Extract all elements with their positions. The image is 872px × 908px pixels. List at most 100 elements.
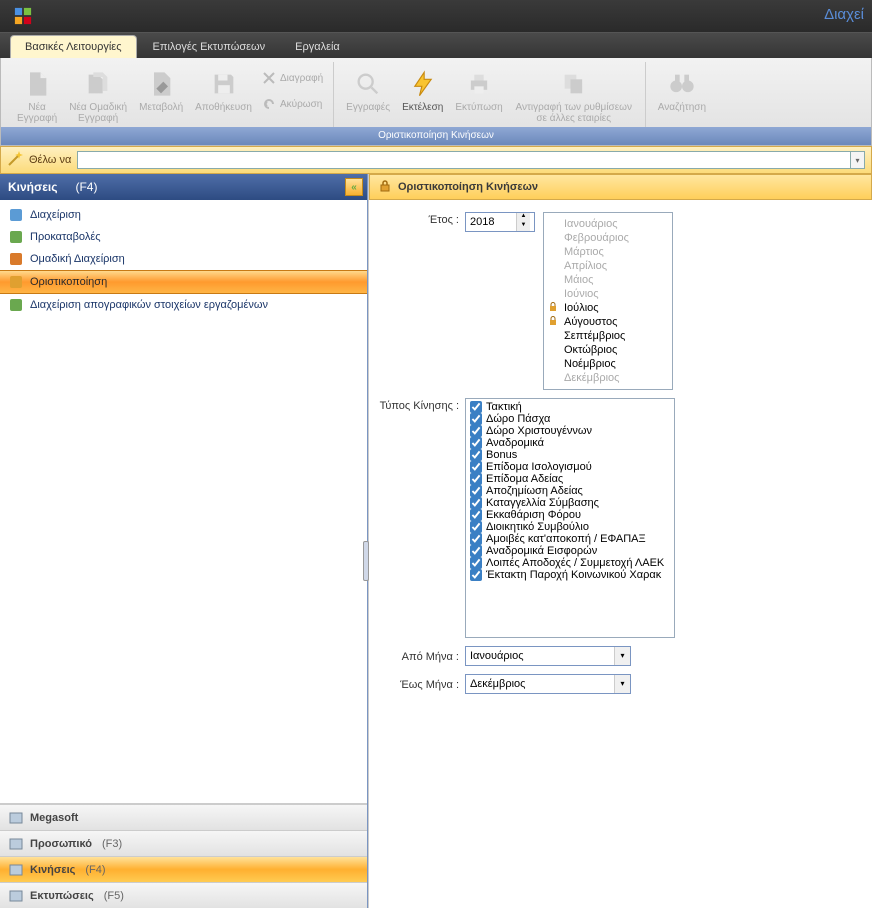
type-item[interactable]: Δώρο Χριστουγέννων: [468, 425, 672, 437]
search-button[interactable]: Αναζήτηση: [652, 64, 712, 117]
month-item[interactable]: Ιούλιος: [544, 301, 672, 315]
type-checkbox[interactable]: [470, 485, 482, 497]
type-checkbox[interactable]: [470, 509, 482, 521]
type-checkbox[interactable]: [470, 533, 482, 545]
type-checkbox[interactable]: [470, 497, 482, 509]
type-item[interactable]: Bonus: [468, 449, 672, 461]
sidebar-header: Κινήσεις (F4) «: [0, 174, 367, 200]
type-label: Επίδομα Ισολογισμού: [486, 461, 592, 473]
type-item[interactable]: Επίδομα Αδείας: [468, 473, 672, 485]
search-input[interactable]: [77, 151, 851, 169]
month-item[interactable]: Οκτώβριος: [544, 343, 672, 357]
year-spin-up[interactable]: ▲: [517, 213, 530, 222]
type-label: Έκτακτη Παροχή Κοινωνικού Χαρακ: [486, 569, 661, 581]
nav-panel[interactable]: Εκτυπώσεις(F5): [0, 882, 367, 908]
nav-panel[interactable]: Megasoft: [0, 804, 367, 830]
menu-tab-tools[interactable]: Εργαλεία: [281, 36, 354, 58]
type-item[interactable]: Καταγγελλία Σύμβασης: [468, 497, 672, 509]
nav-panel[interactable]: Κινήσεις(F4): [0, 856, 367, 882]
menu-tab-basic[interactable]: Βασικές Λειτουργίες: [10, 35, 137, 58]
sidebar-item[interactable]: Διαχείριση απογραφικών στοιχείων εργαζομ…: [0, 294, 367, 316]
sidebar-item[interactable]: Προκαταβολές: [0, 226, 367, 248]
quick-search-bar: Θέλω να ▾: [0, 146, 872, 174]
lock-icon: [548, 302, 558, 315]
type-label: Διοικητικό Συμβούλιο: [486, 521, 589, 533]
type-label: Δώρο Πάσχα: [486, 413, 550, 425]
month-item[interactable]: Αύγουστος: [544, 315, 672, 329]
sidebar-item[interactable]: Ομαδική Διαχείριση: [0, 248, 367, 270]
type-item[interactable]: Δώρο Πάσχα: [468, 413, 672, 425]
type-checkbox[interactable]: [470, 437, 482, 449]
month-label: Σεπτέμβριος: [564, 330, 625, 342]
month-item: Φεβρουάριος: [544, 231, 672, 245]
undo-icon: [262, 96, 276, 112]
type-item[interactable]: Λοιπές Αποδοχές / Συμμετοχή ΛΑΕΚ: [468, 557, 672, 569]
sidebar-item-label: Προκαταβολές: [30, 231, 101, 243]
type-checkbox[interactable]: [470, 557, 482, 569]
menu-tab-print-options[interactable]: Επιλογές Εκτυπώσεων: [139, 36, 280, 58]
type-item[interactable]: Αναδρομικά Εισφορών: [468, 545, 672, 557]
print-button[interactable]: Εκτύπωση: [449, 64, 508, 117]
type-checkbox[interactable]: [470, 413, 482, 425]
month-item[interactable]: Νοέμβριος: [544, 357, 672, 371]
type-checkbox[interactable]: [470, 473, 482, 485]
type-checkbox[interactable]: [470, 401, 482, 413]
month-item[interactable]: Σεπτέμβριος: [544, 329, 672, 343]
type-checkbox[interactable]: [470, 569, 482, 581]
month-label: Νοέμβριος: [564, 358, 616, 370]
cancel-button[interactable]: Ακύρωση: [258, 94, 327, 114]
month-label: Φεβρουάριος: [564, 232, 629, 244]
type-label: Αναδρομικά: [486, 437, 544, 449]
collapse-sidebar-button[interactable]: «: [345, 178, 363, 196]
delete-button[interactable]: Διαγραφή: [258, 68, 327, 88]
month-label: Μάιος: [564, 274, 593, 286]
from-month-combo[interactable]: Ιανουάριος ▾: [465, 646, 631, 666]
type-checkbox[interactable]: [470, 521, 482, 533]
app-logo: [0, 0, 45, 32]
nav-icon: [8, 888, 24, 904]
list-icon: [8, 207, 24, 223]
type-item[interactable]: Αμοιβές κατ'αποκοπή / ΕΦΑΠΑΞ: [468, 533, 672, 545]
type-checkbox[interactable]: [470, 461, 482, 473]
chevron-down-icon[interactable]: ▾: [614, 647, 630, 665]
type-checkbox[interactable]: [470, 545, 482, 557]
type-label: Τακτική: [486, 401, 522, 413]
records-button[interactable]: Εγγραφές: [340, 64, 396, 117]
save-button[interactable]: Αποθήκευση: [189, 64, 258, 117]
menu-bar: Βασικές Λειτουργίες Επιλογές Εκτυπώσεων …: [0, 32, 872, 58]
search-dropdown[interactable]: ▾: [851, 151, 865, 169]
movement-type-list[interactable]: ΤακτικήΔώρο ΠάσχαΔώρο ΧριστουγέννωνΑναδρ…: [465, 398, 675, 638]
nav-panel[interactable]: Προσωπικό(F3): [0, 830, 367, 856]
year-input[interactable]: ▲ ▼: [465, 212, 535, 232]
nav-icon: [8, 810, 24, 826]
year-field[interactable]: [466, 216, 516, 228]
chevron-down-icon[interactable]: ▾: [614, 675, 630, 693]
type-checkbox[interactable]: [470, 425, 482, 437]
type-item[interactable]: Αναδρομικά: [468, 437, 672, 449]
nav-icon: [8, 836, 24, 852]
month-list[interactable]: ΙανουάριοςΦεβρουάριοςΜάρτιοςΑπρίλιοςΜάιο…: [543, 212, 673, 390]
type-item[interactable]: Επίδομα Ισολογισμού: [468, 461, 672, 473]
type-item[interactable]: Διοικητικό Συμβούλιο: [468, 521, 672, 533]
month-label: Ιούνιος: [564, 288, 599, 300]
type-item[interactable]: Αποζημίωση Αδείας: [468, 485, 672, 497]
sidebar-item[interactable]: Οριστικοποίηση: [0, 270, 367, 294]
new-group-record-button[interactable]: Νέα Ομαδική Εγγραφή: [63, 64, 133, 128]
to-month-combo[interactable]: Δεκέμβριος ▾: [465, 674, 631, 694]
execute-button[interactable]: Εκτέλεση: [396, 64, 449, 117]
list-icon: [8, 274, 24, 290]
edit-button[interactable]: Μεταβολή: [133, 64, 189, 117]
month-label: Ιανουάριος: [564, 218, 618, 230]
sidebar-item[interactable]: Διαχείριση: [0, 204, 367, 226]
copy-settings-button[interactable]: Αντιγραφή των ρυθμίσεων σε άλλες εταιρίε…: [509, 64, 639, 128]
type-item[interactable]: Έκτακτη Παροχή Κοινωνικού Χαρακ: [468, 569, 672, 581]
type-checkbox[interactable]: [470, 449, 482, 461]
to-month-label: Έως Μήνα :: [377, 677, 465, 691]
type-item[interactable]: Τακτική: [468, 401, 672, 413]
type-item[interactable]: Εκκαθάριση Φόρου: [468, 509, 672, 521]
year-spin-down[interactable]: ▼: [517, 222, 530, 231]
month-label: Απρίλιος: [564, 260, 607, 272]
splitter-handle[interactable]: [363, 541, 369, 581]
new-record-button[interactable]: Νέα Εγγραφή: [11, 64, 63, 128]
sidebar-item-label: Διαχείριση απογραφικών στοιχείων εργαζομ…: [30, 299, 268, 311]
